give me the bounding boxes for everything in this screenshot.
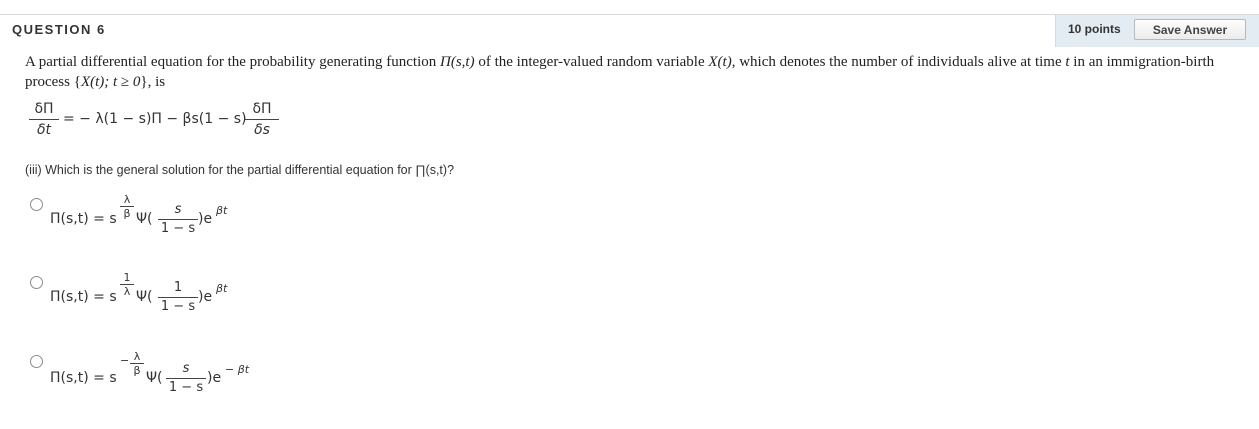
- question-title: QUESTION 6: [12, 22, 106, 37]
- option-lhs: Π(s,t) = s: [50, 211, 117, 227]
- lhs-denominator: δt: [36, 122, 52, 138]
- stem-variable: X(t): [708, 54, 732, 70]
- psi-function: Ψ(: [136, 289, 153, 305]
- option-2-radio[interactable]: [30, 276, 43, 289]
- option-argument: s 1 − s: [158, 202, 198, 236]
- option-exponent: λ β: [120, 194, 134, 219]
- option-lhs: Π(s,t) = s: [50, 289, 117, 305]
- exponent-denominator: β: [123, 207, 131, 220]
- argument-denominator: 1 − s: [160, 221, 196, 236]
- psi-function: Ψ(: [146, 370, 163, 386]
- argument-numerator: s: [174, 202, 182, 217]
- exponent-denominator: β: [133, 364, 141, 377]
- option-argument: s 1 − s: [166, 361, 206, 395]
- option-lhs: Π(s,t) = s: [50, 370, 117, 386]
- option-3-formula: Π(s,t) = s − λ β Ψ( s 1 − s )e − βt: [50, 350, 280, 400]
- question-header: QUESTION 6 10 points Save Answer: [0, 15, 1259, 47]
- option-1-formula: Π(s,t) = s λ β Ψ( s 1 − s )e βt: [50, 192, 270, 242]
- exponent-numerator: λ: [123, 193, 131, 206]
- exponent-sign: −: [120, 354, 130, 367]
- lhs-numerator: δΠ: [34, 101, 54, 117]
- exp-factor: )e: [198, 211, 213, 227]
- exp-exponent: − βt: [225, 363, 250, 376]
- exp-factor: )e: [207, 370, 222, 386]
- stem-pgf: Π(s,t): [440, 54, 475, 70]
- exponent-numerator: λ: [133, 350, 141, 363]
- argument-numerator: s: [182, 361, 190, 376]
- option-exponent: λ β: [130, 351, 144, 376]
- argument-numerator: 1: [173, 280, 183, 295]
- pde-equation: δΠ δt = − λ(1 − s)Π − βs(1 − s) δΠ δs: [25, 100, 425, 144]
- exponent-denominator: λ: [123, 285, 131, 298]
- option-3-radio[interactable]: [30, 355, 43, 368]
- argument-denominator: 1 − s: [160, 299, 196, 314]
- rhs-numerator: δΠ: [252, 101, 272, 117]
- points-label: 10 points: [1068, 22, 1121, 36]
- exp-factor: )e: [198, 289, 213, 305]
- option-2-formula: Π(s,t) = s 1 λ Ψ( 1 1 − s )e βt: [50, 270, 270, 320]
- exp-exponent: βt: [216, 282, 228, 295]
- points-panel: 10 points Save Answer: [1055, 15, 1259, 47]
- exp-exponent: βt: [216, 204, 228, 217]
- save-answer-button[interactable]: Save Answer: [1134, 19, 1246, 40]
- question-prompt: (iii) Which is the general solution for …: [25, 163, 455, 177]
- argument-denominator: 1 − s: [168, 380, 204, 395]
- psi-function: Ψ(: [136, 211, 153, 227]
- exponent-numerator: 1: [123, 271, 131, 284]
- stem-text: of the integer-valued random variable: [474, 54, 709, 70]
- fraction-bar: [158, 219, 198, 220]
- stem-text: }, is: [140, 74, 166, 90]
- rhs-fraction: δΠ δs: [245, 100, 279, 140]
- stem-text: , which denotes the number of individual…: [731, 54, 1066, 70]
- rhs-denominator: δs: [254, 122, 270, 138]
- stem-set: X(t); t ≥ 0: [80, 74, 141, 90]
- lhs-fraction: δΠ δt: [29, 100, 59, 140]
- question-stem: A partial differential equation for the …: [25, 52, 1225, 92]
- fraction-bar: [158, 297, 198, 298]
- option-exponent: 1 λ: [120, 272, 134, 297]
- option-argument: 1 1 − s: [158, 280, 198, 314]
- option-1-radio[interactable]: [30, 198, 43, 211]
- fraction-bar: [166, 378, 206, 379]
- stem-text: A partial differential equation for the …: [25, 54, 441, 70]
- equation-middle: = − λ(1 − s)Π − βs(1 − s): [63, 111, 247, 127]
